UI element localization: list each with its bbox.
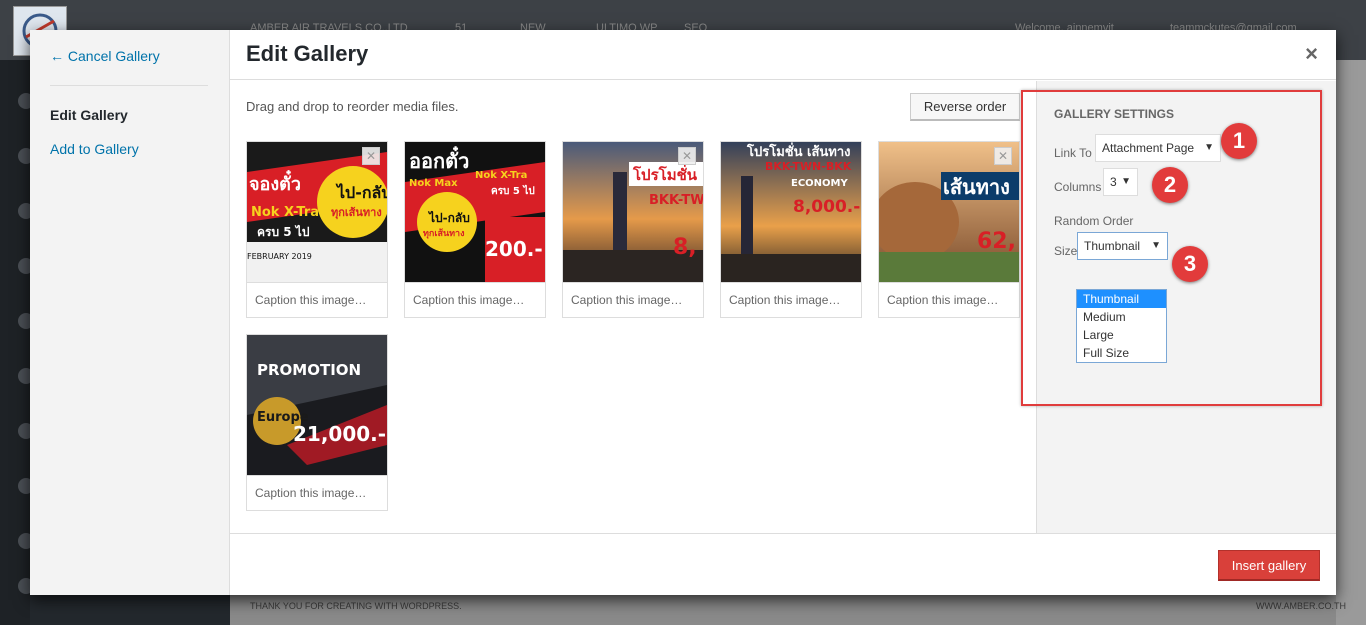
cancel-gallery-link[interactable]: ← Cancel Gallery xyxy=(50,48,160,64)
menu-item-add-to-gallery[interactable]: Add to Gallery xyxy=(50,141,139,157)
caption-field-1[interactable]: Caption this image… xyxy=(247,282,387,317)
caption-field-4[interactable]: Caption this image… xyxy=(721,282,861,317)
gallery-thumb-3[interactable]: โปรโมชั่น BKK-TW 8, ✕ Caption this image… xyxy=(562,141,704,318)
thumb-5-text-2: 62, xyxy=(977,229,1016,254)
thumb-image-2: ออกตั๋ว Nok Max Nok X-Tra ครบ 5 ไป ไป-กล… xyxy=(405,142,545,282)
callout-badge-2: 2 xyxy=(1152,167,1188,203)
thumb-2-text-1: ออกตั๋ว xyxy=(409,146,469,173)
remove-image-1-icon[interactable]: ✕ xyxy=(362,147,380,165)
thumb-1-text-6: FEBRUARY 2019 xyxy=(247,252,312,261)
reorder-instructions: Drag and drop to reorder media files. xyxy=(246,99,459,114)
thumb-4-text-3: ECONOMY xyxy=(791,178,848,189)
callout-badge-3: 3 xyxy=(1172,246,1208,282)
footer-site-url: WWW.AMBER.CO.TH xyxy=(1256,601,1346,611)
thumb-3-text-2: BKK-TW xyxy=(649,193,703,208)
thumb-5-text-1: เส้นทาง xyxy=(943,175,1010,199)
thumb-3-text-3: 8, xyxy=(673,235,697,260)
thumb-image-6: PROMOTION Europe 21,000.- xyxy=(247,335,387,475)
footer-credit: THANK YOU FOR CREATING WITH WORDPRESS. xyxy=(250,601,462,611)
thumb-6-text-1: PROMOTION xyxy=(257,361,361,379)
modal-toolbar: Insert gallery xyxy=(230,533,1336,595)
media-menu: ← Cancel Gallery Edit Gallery Add to Gal… xyxy=(30,30,230,595)
thumb-2-text-5: ไป-กลับ xyxy=(427,210,470,225)
close-icon[interactable]: × xyxy=(1305,43,1318,65)
gallery-thumb-2[interactable]: ออกตั๋ว Nok Max Nok X-Tra ครบ 5 ไป ไป-กล… xyxy=(404,141,546,318)
thumb-2-text-4: ครบ 5 ไป xyxy=(491,184,535,197)
caption-field-5[interactable]: Caption this image… xyxy=(879,282,1019,317)
thumb-1-text-1: จองตั๋ว xyxy=(249,170,301,195)
thumb-4-text-2: BKK-TWN-BKK xyxy=(765,160,852,173)
callout-badge-1: 1 xyxy=(1221,123,1257,159)
caption-field-3[interactable]: Caption this image… xyxy=(563,282,703,317)
admin-sidebar xyxy=(0,60,34,625)
thumb-1-text-5: ครบ 5 ไป xyxy=(257,224,310,239)
admin-right-dimmed xyxy=(1336,60,1366,625)
insert-gallery-button[interactable]: Insert gallery xyxy=(1218,550,1320,581)
reverse-order-button[interactable]: Reverse order xyxy=(910,93,1020,121)
gallery-content: Drag and drop to reorder media files. Re… xyxy=(230,81,1036,533)
thumb-2-text-7: 200.- xyxy=(485,237,543,261)
thumb-2-text-6: ทุกเส้นทาง xyxy=(423,228,464,239)
settings-callout-box xyxy=(1021,90,1322,406)
thumb-3-text-1: โปรโมชั่น xyxy=(632,164,698,184)
modal-title-bar: Edit Gallery × xyxy=(230,30,1336,80)
page-title: Edit Gallery xyxy=(246,41,369,66)
caption-field-6[interactable]: Caption this image… xyxy=(247,475,387,510)
thumb-1-text-3: ทุกเส้นทาง xyxy=(331,206,382,220)
thumb-2-text-2: Nok Max xyxy=(409,178,458,189)
thumb-4-text-4: 8,000.- xyxy=(793,197,860,217)
remove-image-3-icon[interactable]: ✕ xyxy=(678,147,696,165)
gallery-thumb-1[interactable]: จองตั๋ว ไป-กลับ ทุกเส้นทาง Nok X-Tra ครบ… xyxy=(246,141,388,318)
menu-item-edit-gallery[interactable]: Edit Gallery xyxy=(50,107,128,123)
thumb-1-text-2: ไป-กลับ xyxy=(335,183,387,202)
thumb-1-text-4: Nok X-Tra xyxy=(251,205,319,220)
remove-image-5-icon[interactable]: ✕ xyxy=(994,147,1012,165)
caption-field-2[interactable]: Caption this image… xyxy=(405,282,545,317)
thumb-2-text-3: Nok X-Tra xyxy=(475,170,527,181)
thumb-image-4: โปรโมชั่น เส้นทาง BKK-TWN-BKK ECONOMY 8,… xyxy=(721,142,861,282)
gallery-thumb-4[interactable]: โปรโมชั่น เส้นทาง BKK-TWN-BKK ECONOMY 8,… xyxy=(720,141,862,318)
gallery-thumb-6[interactable]: PROMOTION Europe 21,000.- Caption this i… xyxy=(246,334,388,511)
thumb-6-text-3: 21,000.- xyxy=(293,422,386,446)
edit-gallery-modal: ← Cancel Gallery Edit Gallery Add to Gal… xyxy=(30,30,1336,595)
gallery-thumb-5[interactable]: เส้นทาง 62, ✕ Caption this image… xyxy=(878,141,1020,318)
menu-separator xyxy=(50,85,208,86)
thumb-4-text-1: โปรโมชั่น เส้นทาง xyxy=(746,142,851,160)
